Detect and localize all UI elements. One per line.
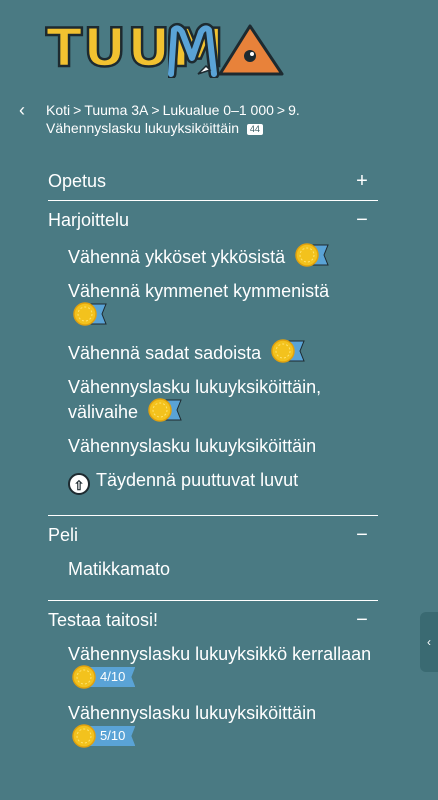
back-button[interactable]: ‹ <box>14 100 30 120</box>
section-title: Opetus <box>48 170 107 191</box>
section-peli: Peli − Matikkamato <box>48 516 378 601</box>
item-label: Matikkamato <box>68 559 171 579</box>
chapter-menu: Opetus + Harjoittelu − Vähennä ykköset y… <box>48 162 378 769</box>
tuuma-logo[interactable]: TUUM <box>45 18 291 79</box>
arrow-up-circle-icon: ⇧ <box>68 473 90 495</box>
collapse-icon: − <box>356 608 368 631</box>
breadcrumb-item-home[interactable]: Koti <box>46 102 70 118</box>
chevron-left-icon: ‹ <box>427 635 431 649</box>
breadcrumb-separator: > <box>151 102 160 118</box>
list-item[interactable]: Vähennä sadat sadoista <box>68 339 378 364</box>
section-header-opetus[interactable]: Opetus + <box>48 162 378 200</box>
item-label: Täydennä puuttuvat luvut <box>96 470 299 490</box>
collapse-icon: − <box>356 523 368 546</box>
breadcrumb: Koti > Tuuma 3A > Lukualue 0–1 000 >9. Vähenn… <box>46 101 396 137</box>
item-label: Vähennyslasku lukuyksiköittäin, välivaih… <box>68 377 322 422</box>
item-label: Vähennyslasku lukuyksiköittäin <box>68 703 317 723</box>
breadcrumb-separator: > <box>276 102 286 118</box>
list-item[interactable]: Vähennyslasku lukuyksiköittäin <box>68 435 378 457</box>
list-item[interactable]: Vähennyslasku lukuyksikkö kerrallaan 4/1… <box>68 643 378 690</box>
logo-graphic <box>168 22 284 78</box>
count-badge: 44 <box>246 124 263 135</box>
side-panel-toggle[interactable]: ‹ <box>420 612 438 672</box>
list-item[interactable]: Vähennä kymmenet kymmenistä <box>68 280 378 327</box>
section-title: Harjoittelu <box>48 209 130 230</box>
gold-medal-icon <box>295 243 329 267</box>
breadcrumb-item-range[interactable]: Lukualue 0–1 000 <box>163 102 274 118</box>
gold-medal-icon <box>72 724 96 748</box>
score-badge: 5/10 <box>72 724 136 748</box>
gold-medal-icon <box>73 302 107 326</box>
list-item[interactable]: Matikkamato <box>68 558 378 580</box>
section-harjoittelu: Harjoittelu − Vähennä ykköset ykkösistä … <box>48 201 378 516</box>
section-title: Testaa taitosi! <box>48 609 159 630</box>
breadcrumb-separator: > <box>73 102 82 118</box>
list-item[interactable]: Vähennyslasku lukuyksiköittäin 5/10 <box>68 702 378 749</box>
gold-medal-icon <box>271 339 305 363</box>
section-testaa: Testaa taitosi! − Vähennyslasku lukuyksi… <box>48 601 378 769</box>
item-label: Vähennyslasku lukuyksikkö kerrallaan <box>68 644 372 664</box>
item-label: Vähennä kymmenet kymmenistä <box>68 281 330 301</box>
breadcrumb-item-book[interactable]: Tuuma 3A <box>84 102 148 118</box>
expand-icon: + <box>356 169 368 192</box>
list-item[interactable]: Vähennä ykköset ykkösistä <box>68 243 378 268</box>
score-badge: 4/10 <box>72 665 136 689</box>
section-header-testaa[interactable]: Testaa taitosi! − <box>48 601 378 639</box>
section-title: Peli <box>48 524 79 545</box>
section-opetus: Opetus + <box>48 162 378 201</box>
item-label: Vähennä sadat sadoista <box>68 343 262 363</box>
list-item[interactable]: Vähennyslasku lukuyksiköittäin, välivaih… <box>68 376 378 423</box>
item-label: Vähennä ykköset ykkösistä <box>68 247 286 267</box>
collapse-icon: − <box>356 208 368 231</box>
item-label: Vähennyslasku lukuyksiköittäin <box>68 436 317 456</box>
list-item[interactable]: ⇧ Täydennä puuttuvat luvut <box>68 469 378 495</box>
gold-medal-icon <box>148 398 182 422</box>
section-header-peli[interactable]: Peli − <box>48 516 378 554</box>
chevron-left-icon: ‹ <box>19 99 25 120</box>
section-header-harjoittelu[interactable]: Harjoittelu − <box>48 201 378 239</box>
gold-medal-icon <box>72 665 96 689</box>
